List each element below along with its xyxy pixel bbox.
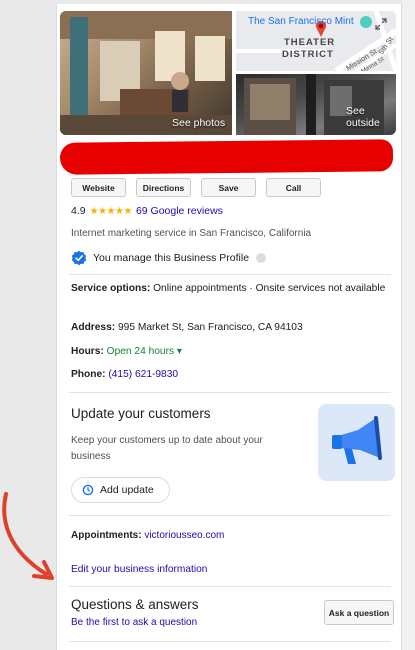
appointments-row: Appointments: victoriousseo.com	[71, 530, 224, 541]
megaphone-icon	[332, 416, 382, 464]
business-category: Internet marketing service in San Franci…	[71, 228, 312, 239]
action-buttons: Website Directions Save Call	[71, 178, 321, 197]
hours-row: Hours: Open 24 hours ▾	[71, 343, 389, 360]
update-customers-description: Keep your customers up to date about you…	[71, 435, 263, 462]
section-divider	[69, 515, 391, 516]
expand-map-icon[interactable]	[374, 17, 388, 31]
star-rating-icon: ★★★★★	[89, 205, 133, 217]
address-label: Address:	[71, 322, 116, 333]
ask-first-question-link[interactable]: Be the first to ask a question	[71, 617, 197, 628]
add-update-label: Add update	[100, 484, 154, 496]
service-options: Service options: Online appointments · O…	[71, 280, 389, 297]
directions-button[interactable]: Directions	[136, 178, 191, 197]
phone-row: Phone: (415) 621-9830	[71, 366, 389, 383]
phone-link[interactable]: (415) 621-9830	[108, 369, 178, 380]
map-thumbnail[interactable]: The San Francisco Mint THEATER DISTRICT …	[236, 11, 396, 71]
map-place-label: The San Francisco Mint	[248, 16, 354, 27]
manage-profile-text: You manage this Business Profile	[93, 252, 250, 264]
add-update-button[interactable]: Add update	[71, 477, 170, 503]
hours-label: Hours:	[71, 346, 104, 357]
save-button[interactable]: Save	[201, 178, 256, 197]
see-outside-label[interactable]: See outside	[346, 105, 396, 129]
appointments-link[interactable]: victoriousseo.com	[144, 530, 224, 541]
photo-gallery: See photos The San Francisco Mint THEATE…	[60, 11, 396, 135]
reviews-link[interactable]: 69 Google reviews	[136, 205, 223, 217]
section-divider	[69, 392, 391, 393]
map-district-label-2: DISTRICT	[282, 49, 334, 60]
service-options-label: Service options:	[71, 283, 151, 294]
page-gutter	[402, 0, 415, 650]
section-divider	[69, 641, 391, 642]
interior-photo[interactable]: See photos	[60, 11, 232, 135]
address-row: Address: 995 Market St, San Francisco, C…	[71, 319, 389, 336]
qa-title: Questions & answers	[71, 597, 199, 612]
ask-question-button[interactable]: Ask a question	[324, 600, 394, 625]
redacted-business-name	[59, 139, 394, 175]
update-customers-title: Update your customers	[71, 406, 211, 421]
section-divider	[69, 274, 391, 275]
map-district-label-1: THEATER	[284, 37, 336, 48]
section-divider	[69, 586, 391, 587]
rating-score: 4.9	[71, 205, 86, 217]
service-options-value: Online appointments · Onsite services no…	[153, 283, 386, 294]
phone-label: Phone:	[71, 369, 106, 380]
website-button[interactable]: Website	[71, 178, 126, 197]
see-photos-label[interactable]: See photos	[172, 117, 225, 129]
appointments-label: Appointments:	[71, 530, 142, 541]
business-profile-card: See photos The San Francisco Mint THEATE…	[56, 4, 402, 650]
megaphone-illustration	[318, 404, 395, 481]
manage-profile-row[interactable]: You manage this Business Profile	[71, 250, 267, 266]
exterior-photo[interactable]: See outside	[236, 74, 396, 135]
annotation-arrow	[2, 492, 54, 580]
address-value[interactable]: 995 Market St, San Francisco, CA 94103	[118, 322, 303, 333]
edit-business-info-link[interactable]: Edit your business information	[71, 564, 207, 575]
rating-row: 4.9 ★★★★★ 69 Google reviews	[71, 205, 223, 217]
hours-value[interactable]: Open 24 hours ▾	[107, 346, 182, 357]
call-button[interactable]: Call	[266, 178, 321, 197]
info-icon[interactable]	[255, 252, 267, 264]
verified-badge-icon	[71, 250, 87, 266]
add-update-icon	[82, 484, 94, 496]
